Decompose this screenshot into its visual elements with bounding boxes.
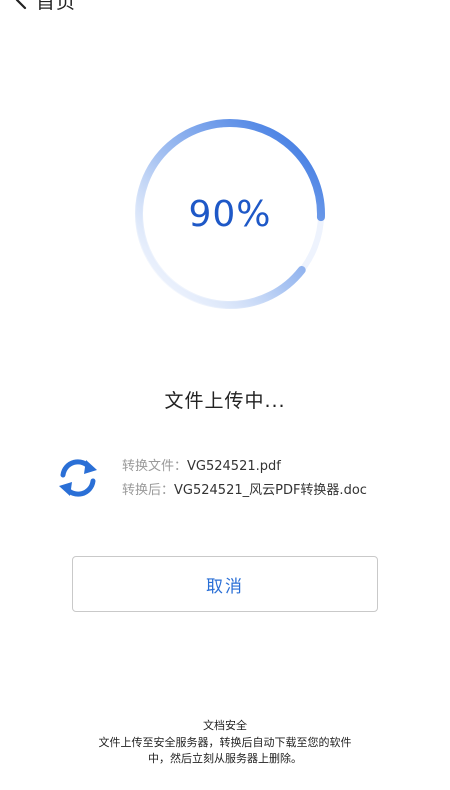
nav-title[interactable]: 首页 bbox=[36, 0, 76, 14]
progress-ring: 90% bbox=[130, 114, 330, 314]
cancel-button[interactable]: 取消 bbox=[72, 556, 378, 612]
progress-percent: 90% bbox=[188, 193, 272, 235]
upload-status-text: 文件上传中... bbox=[164, 390, 286, 412]
convert-sync-icon bbox=[56, 456, 100, 500]
cancel-button-label: 取消 bbox=[206, 576, 244, 597]
security-note-line-1: 文件上传至安全服务器，转换后自动下载至您的软件 bbox=[98, 736, 352, 749]
target-file-label: 转换后： bbox=[122, 482, 175, 498]
security-note-title: 文档安全 bbox=[203, 719, 247, 732]
source-file-label: 转换文件： bbox=[122, 458, 188, 474]
top-nav: 首页 bbox=[14, 0, 76, 14]
security-note: 文档安全 文件上传至安全服务器，转换后自动下载至您的软件 中，然后立刻从服务器上… bbox=[0, 718, 450, 767]
file-info: 转换文件： VG524521.pdf 转换后： VG524521_风云PDF转换… bbox=[56, 456, 367, 500]
target-file-row: 转换后： VG524521_风云PDF转换器.doc bbox=[122, 482, 367, 499]
source-file-name: VG524521.pdf bbox=[187, 458, 281, 474]
target-file-name: VG524521_风云PDF转换器.doc bbox=[174, 482, 367, 498]
source-file-row: 转换文件： VG524521.pdf bbox=[122, 458, 367, 475]
upload-screen: 首页 90% 文件上传中... 转换文件： VG524521.pdf 转换后： … bbox=[0, 0, 450, 790]
security-note-line-2: 中，然后立刻从服务器上删除。 bbox=[148, 752, 302, 765]
back-arrow-icon[interactable] bbox=[14, 0, 28, 10]
